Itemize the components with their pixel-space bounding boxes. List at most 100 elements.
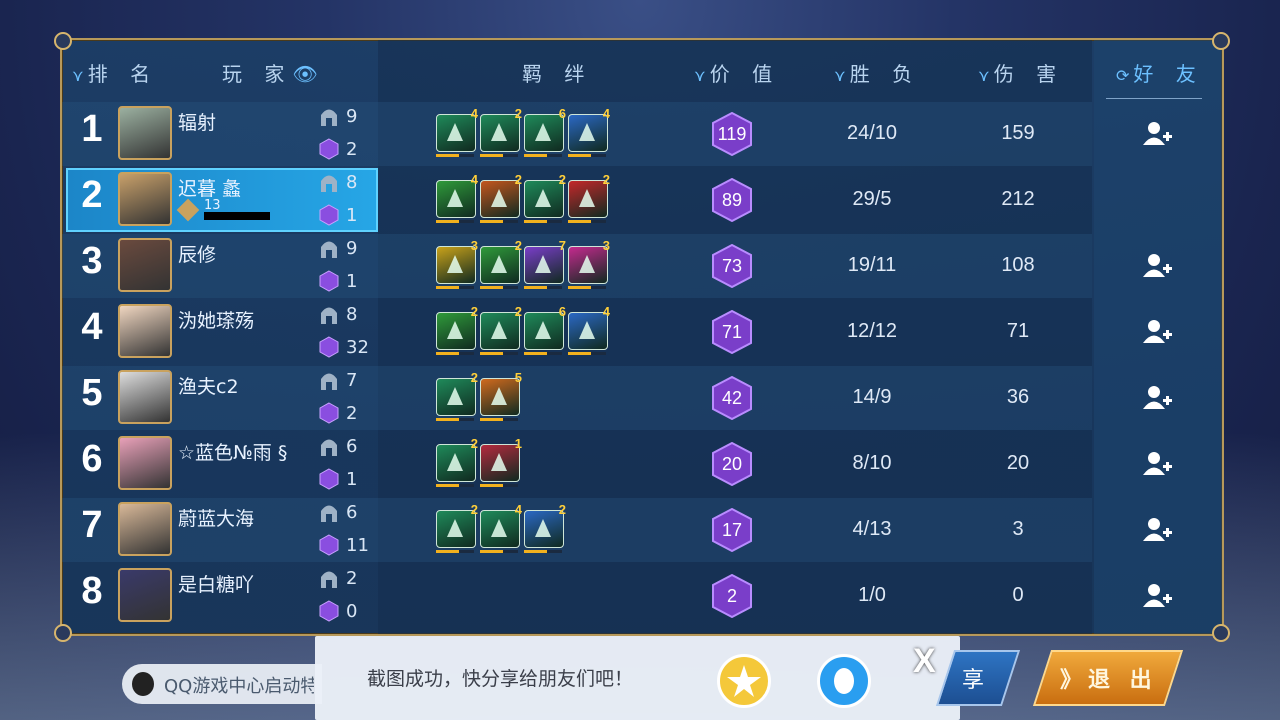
helmet-icon <box>319 568 339 590</box>
bond-progress <box>480 484 518 487</box>
player-row[interactable]: 2 迟暮 蠡 13 8 1 4 2 2 2 89 29/5 212 <box>62 168 1092 232</box>
bond-staff-icon[interactable]: 3 <box>568 238 610 290</box>
bond-progress <box>436 352 474 355</box>
exit-button-label[interactable]: 》退 出 <box>1060 662 1158 694</box>
player-name[interactable]: 辐射 <box>178 108 216 135</box>
sort-chevron-icon: ⋎ <box>72 66 84 85</box>
corner-ornament <box>1212 624 1230 642</box>
player-name[interactable]: 迟暮 蠡 <box>178 174 241 201</box>
win-loss: 14/9 <box>852 386 892 408</box>
header-player-label: 玩 家 <box>222 62 293 86</box>
rank-number: 4 <box>81 306 103 348</box>
eye-icon[interactable]: 👁 <box>292 62 317 86</box>
bond-skull-icon[interactable]: 2 <box>436 370 478 422</box>
bond-rider-icon[interactable]: 2 <box>524 502 566 554</box>
player-name[interactable]: 蔚蓝大海 <box>178 504 254 531</box>
add-friend-icon[interactable] <box>1142 582 1172 608</box>
player-row[interactable]: 4 沩她瑹殇 8 32 2 2 6 4 71 12/12 71 <box>62 300 1172 364</box>
player-name[interactable]: 辰修 <box>178 240 216 267</box>
player-row[interactable]: 7 蔚蓝大海 6 11 2 4 2 17 4/13 3 <box>62 498 1172 562</box>
bond-tower-icon[interactable]: 2 <box>436 436 478 488</box>
hp-bar <box>204 212 270 220</box>
bond-tree-icon[interactable]: 4 <box>436 172 478 224</box>
toast-close-button[interactable]: X <box>913 642 936 681</box>
avatar[interactable] <box>118 304 172 358</box>
rank-number: 2 <box>81 174 103 216</box>
player-name[interactable]: ☆蓝色№雨 § <box>178 438 287 465</box>
avatar[interactable] <box>118 106 172 160</box>
share-qq-icon[interactable] <box>817 654 871 708</box>
header-friends[interactable]: ⟳ 好 友 <box>1116 58 1204 86</box>
bond-demon-icon[interactable]: 1 <box>480 436 522 488</box>
bond-tree-icon[interactable]: 2 <box>480 238 522 290</box>
header-rank[interactable]: ⋎ 排 名 <box>72 58 158 86</box>
bond-progress <box>436 484 474 487</box>
bond-arrow-icon[interactable]: 6 <box>524 304 566 356</box>
header-winloss[interactable]: ⋎ 胜 负 <box>834 58 920 86</box>
player-name[interactable]: 渔夫c2 <box>178 372 239 399</box>
level-count: 7 <box>346 370 358 391</box>
level-count: 9 <box>346 106 358 127</box>
bond-arrow-icon[interactable]: 4 <box>480 502 522 554</box>
gem-icon <box>319 336 339 358</box>
avatar[interactable] <box>118 238 172 292</box>
player-row[interactable]: 5 渔夫c2 7 2 2 5 42 14/9 36 <box>62 366 1172 430</box>
win-loss: 4/13 <box>852 518 892 540</box>
avatar[interactable] <box>118 436 172 490</box>
bond-progress <box>436 286 474 289</box>
corner-ornament <box>54 624 72 642</box>
player-row[interactable]: 6 ☆蓝色№雨 § 6 1 2 1 20 8/10 20 <box>62 432 1172 496</box>
bond-progress <box>524 352 562 355</box>
player-row[interactable]: 3 辰修 9 1 3 2 7 3 73 19/11 108 <box>62 234 1172 298</box>
add-friend-icon[interactable] <box>1142 252 1172 278</box>
share-qzone-icon[interactable] <box>717 654 771 708</box>
helmet-icon <box>319 436 339 458</box>
bond-count: 2 <box>470 436 478 451</box>
helmet-icon <box>319 304 339 326</box>
add-friend-icon[interactable] <box>1142 318 1172 344</box>
gem-count: 2 <box>346 139 358 160</box>
avatar[interactable] <box>118 370 172 424</box>
bond-mage-icon[interactable]: 7 <box>524 238 566 290</box>
avatar[interactable] <box>118 502 172 556</box>
bond-tower-icon[interactable]: 4 <box>436 106 478 158</box>
qq-penguin-icon <box>132 672 154 696</box>
header-player[interactable]: 玩 家👁 <box>222 58 318 86</box>
bond-gear-icon[interactable]: 3 <box>436 238 478 290</box>
add-friend-icon[interactable] <box>1142 516 1172 542</box>
share-button-label[interactable]: 享 <box>962 662 984 694</box>
bond-tower-icon[interactable]: 2 <box>436 502 478 554</box>
player-row[interactable]: 1 辐射 9 2 4 2 6 4 119 24/10 159 <box>62 102 1172 166</box>
header-value[interactable]: ⋎ 价 值 <box>694 58 780 86</box>
bond-swirl-icon[interactable]: 2 <box>568 172 610 224</box>
bond-count: 2 <box>514 106 522 121</box>
player-row[interactable]: 8 是白糖吖 2 0 2 1/0 0 <box>62 564 1172 628</box>
bond-rider-icon[interactable]: 4 <box>568 106 610 158</box>
bond-tree-icon[interactable]: 2 <box>436 304 478 356</box>
helmet-icon <box>319 370 339 392</box>
bond-sword-icon[interactable]: 5 <box>480 370 522 422</box>
bond-progress <box>480 550 518 553</box>
avatar[interactable] <box>118 568 172 622</box>
bond-tower-icon[interactable]: 2 <box>480 304 522 356</box>
bond-golem-icon[interactable]: 2 <box>524 172 566 224</box>
header-damage[interactable]: ⋎ 伤 害 <box>978 58 1064 86</box>
player-name[interactable]: 沩她瑹殇 <box>178 306 254 333</box>
add-friend-icon[interactable] <box>1142 450 1172 476</box>
bond-skull-icon[interactable]: 2 <box>480 106 522 158</box>
bond-count: 2 <box>514 304 522 319</box>
gem-icon <box>319 402 339 424</box>
bond-rider-icon[interactable]: 4 <box>568 304 610 356</box>
refresh-icon[interactable]: ⟳ <box>1116 66 1129 85</box>
bond-count: 2 <box>470 304 478 319</box>
avatar[interactable] <box>118 172 172 226</box>
add-friend-icon[interactable] <box>1142 384 1172 410</box>
bond-arrow-icon[interactable]: 6 <box>524 106 566 158</box>
corner-ornament <box>1212 32 1230 50</box>
player-name[interactable]: 是白糖吖 <box>178 570 254 597</box>
bond-paw-icon[interactable]: 2 <box>480 172 522 224</box>
add-friend-icon[interactable] <box>1142 120 1172 146</box>
sort-chevron-icon: ⋎ <box>694 66 706 85</box>
header-rank-label: 排 名 <box>87 62 159 86</box>
bond-count: 3 <box>602 238 610 253</box>
